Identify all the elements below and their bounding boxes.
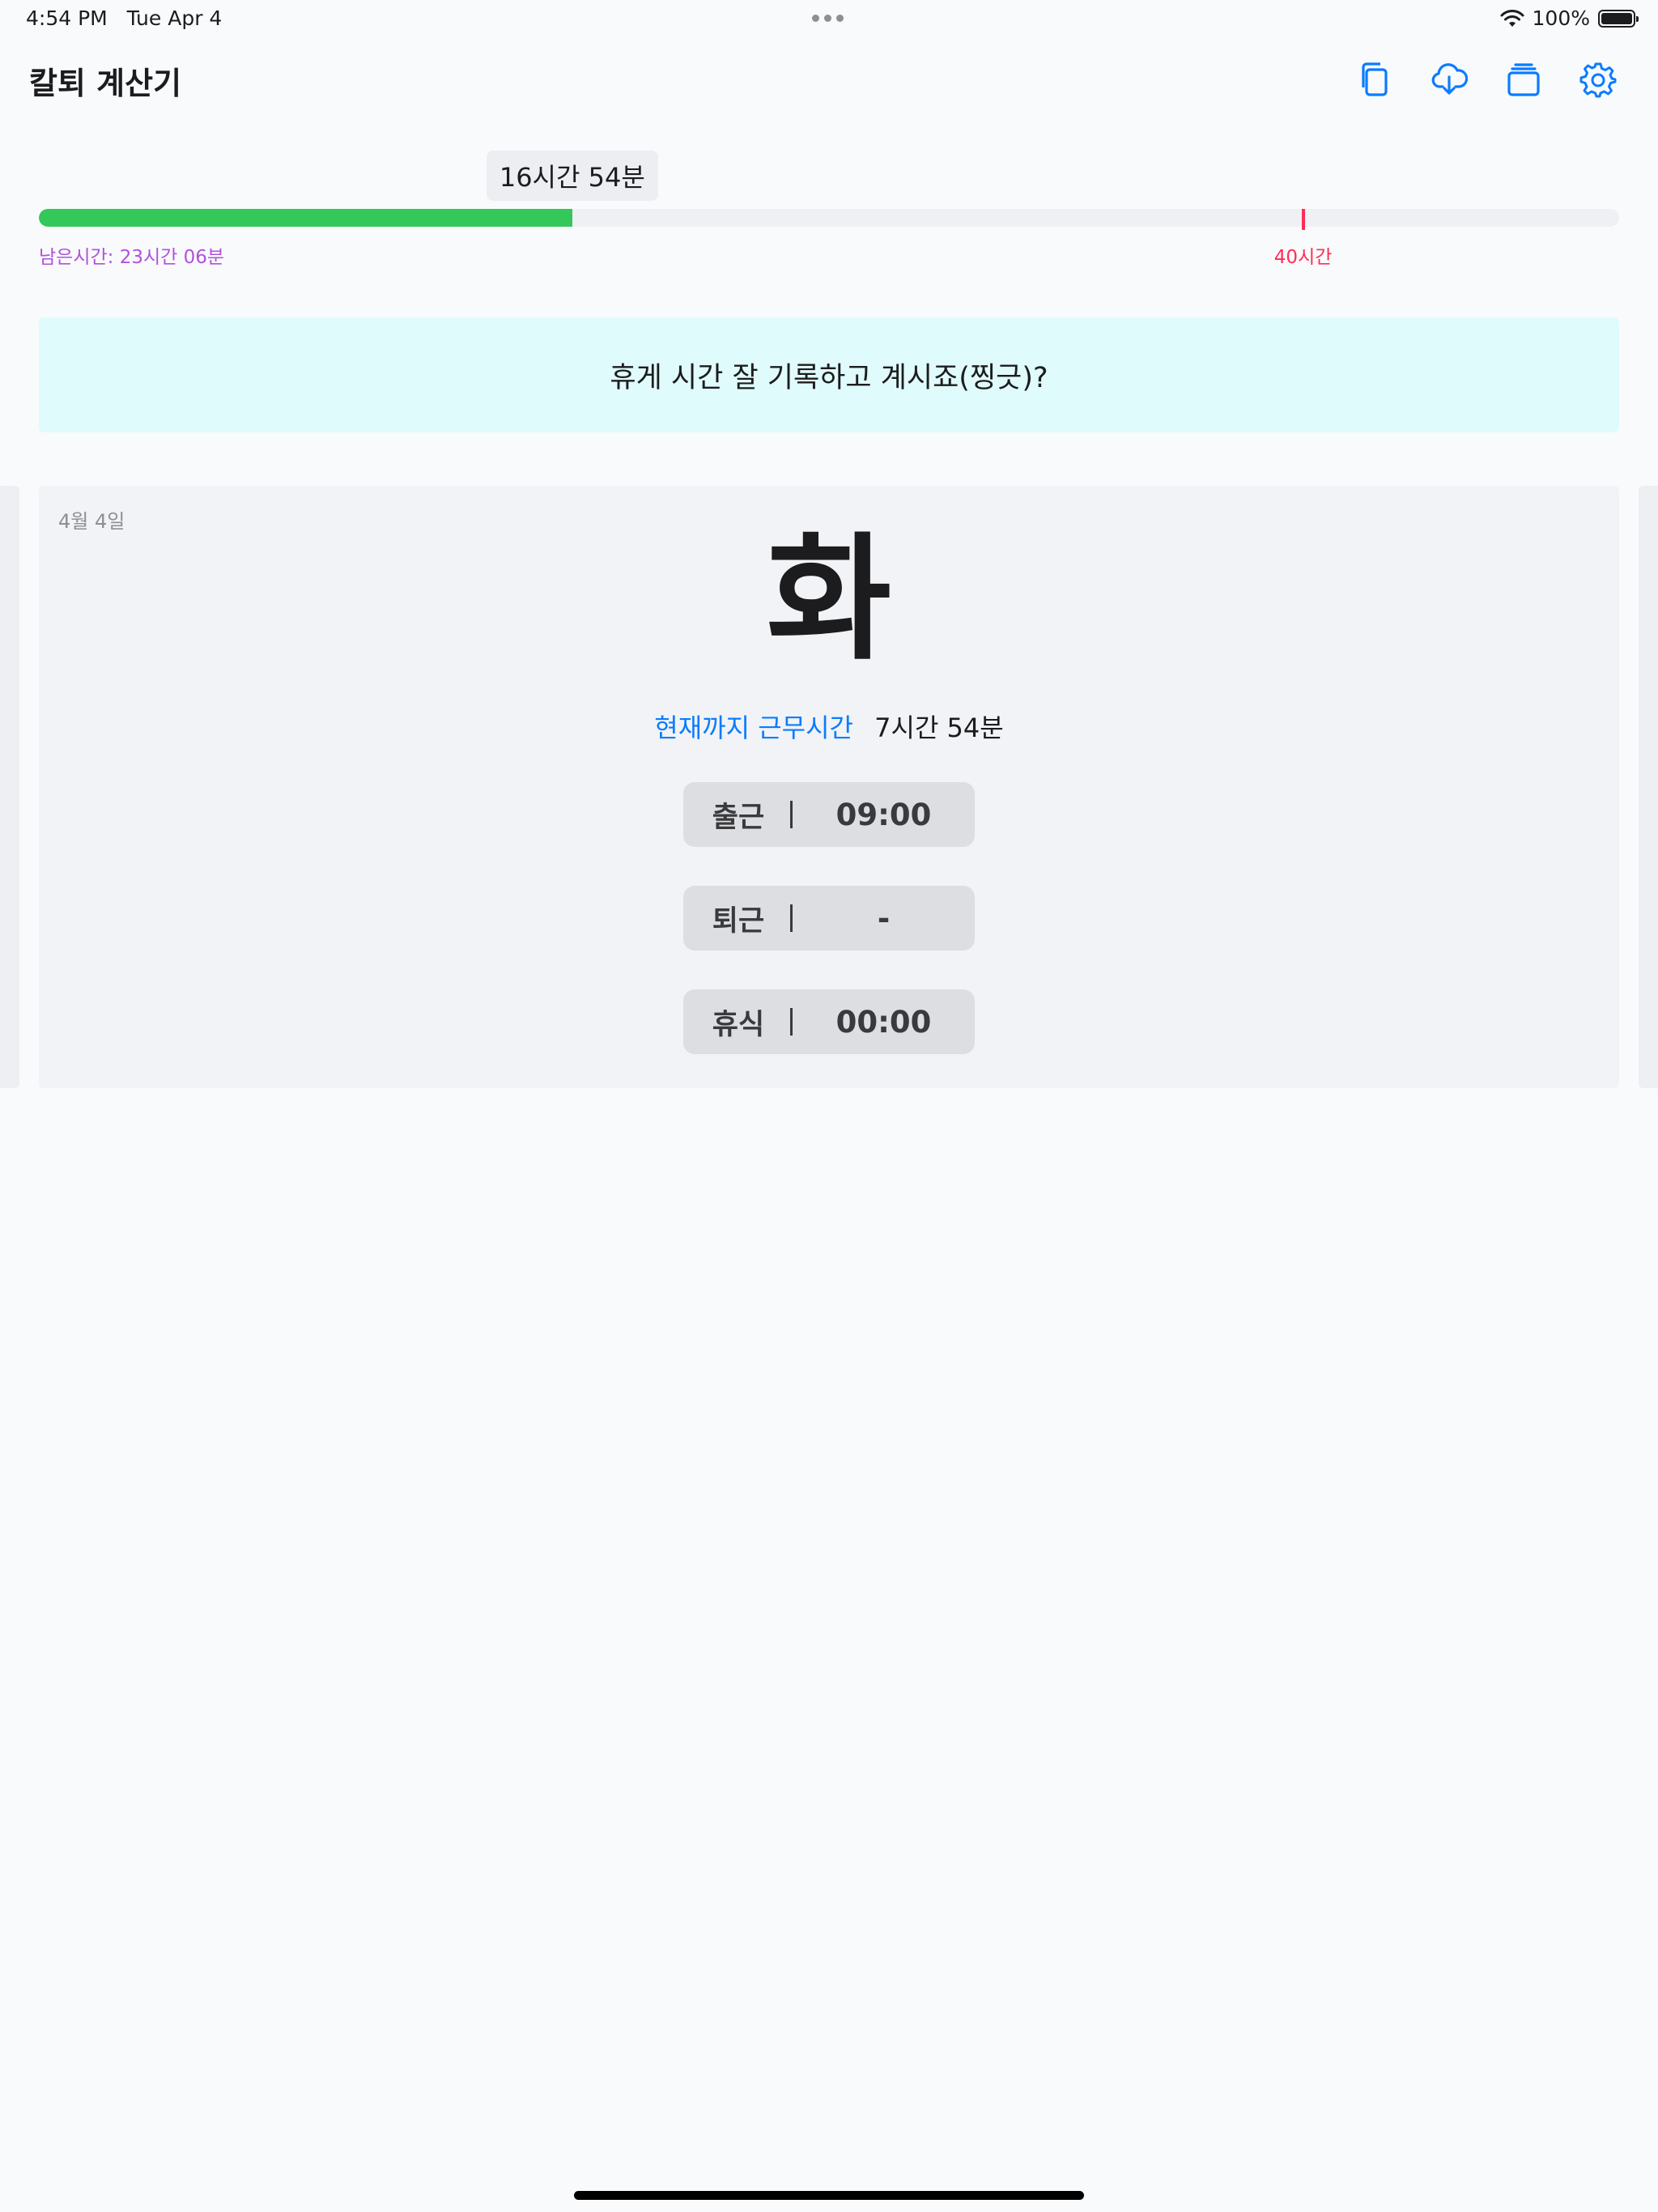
copy-button[interactable]	[1354, 58, 1396, 100]
clock-in-value: 09:00	[835, 797, 932, 832]
progress-fill	[39, 209, 572, 227]
work-time-row: 현재까지 근무시간 7시간 54분	[39, 708, 1619, 745]
break-label: 휴식	[712, 1008, 765, 1041]
break-value: 00:00	[835, 1004, 932, 1040]
weekly-progress: 16시간 54분 남은시간: 23시간 06분 40시간	[39, 151, 1619, 272]
status-indicators: 100%	[1500, 6, 1639, 30]
gear-icon	[1579, 62, 1617, 98]
previous-day-card-peek[interactable]	[0, 486, 19, 1088]
target-marker	[1301, 209, 1305, 230]
clock-out-label: 퇴근	[712, 904, 765, 938]
battery-percent: 100%	[1532, 6, 1590, 30]
stack-button[interactable]	[1503, 58, 1545, 100]
weekday-label: 화	[766, 520, 892, 678]
progress-track	[39, 209, 1619, 227]
toolbar	[1354, 58, 1619, 100]
clock-out-value: -	[877, 900, 891, 936]
day-card[interactable]: 4월 4일 화 현재까지 근무시간 7시간 54분 출근 09:00 퇴근 - …	[39, 486, 1619, 1088]
clock-in-label: 출근	[712, 801, 765, 834]
break-button[interactable]: 휴식 00:00	[683, 989, 975, 1054]
next-day-card-peek[interactable]	[1639, 486, 1658, 1088]
app-title: 칼퇴 계산기	[29, 66, 182, 101]
work-time-value: 7시간 54분	[874, 713, 1004, 743]
copy-icon	[1362, 62, 1388, 96]
status-bar: 4:54 PM Tue Apr 4 100%	[0, 0, 1658, 39]
work-time-label: 현재까지 근무시간	[654, 713, 853, 743]
stack-icon	[1507, 63, 1540, 96]
clock-in-button[interactable]: 출근 09:00	[683, 782, 975, 847]
target-hours-label: 40시간	[1273, 247, 1333, 268]
cloud-download-icon	[1431, 63, 1468, 95]
home-indicator[interactable]	[574, 2191, 1084, 2200]
clock-out-button[interactable]: 퇴근 -	[683, 886, 975, 951]
cloud-download-button[interactable]	[1428, 58, 1470, 100]
settings-button[interactable]	[1577, 58, 1619, 100]
status-time: 4:54 PM Tue Apr 4	[26, 6, 223, 30]
wifi-icon	[1500, 9, 1524, 27]
remaining-time-label: 남은시간: 23시간 06분	[39, 247, 225, 268]
reminder-banner: 휴게 시간 잘 기록하고 계시죠(찡긋)?	[39, 317, 1619, 432]
elapsed-time-chip: 16시간 54분	[486, 151, 658, 201]
multitasking-dots-icon[interactable]	[812, 15, 844, 22]
battery-icon	[1598, 9, 1639, 28]
